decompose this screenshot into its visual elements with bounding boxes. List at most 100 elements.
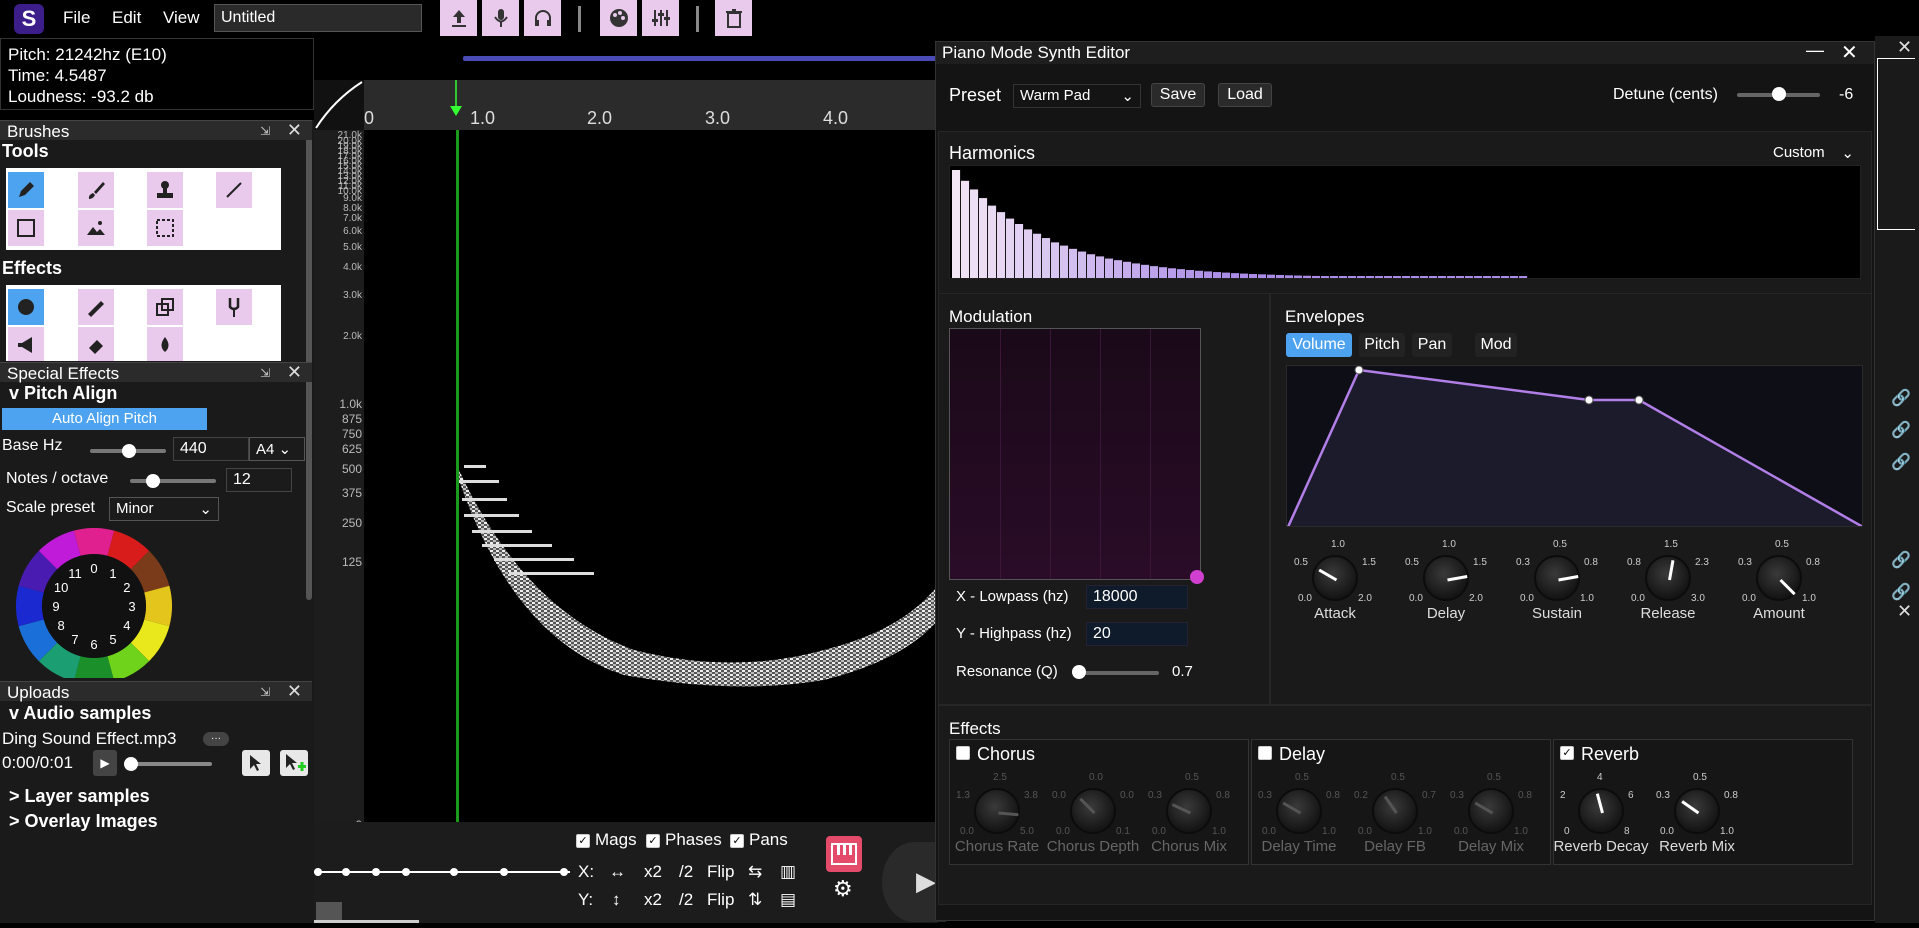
clone-effect[interactable]: [147, 289, 183, 325]
phases-checkbox[interactable]: ✓: [646, 834, 660, 848]
tab-volume[interactable]: Volume: [1286, 333, 1352, 357]
harmonics-mode-select[interactable]: Custom ⌄: [1766, 141, 1861, 165]
harmonics-bars[interactable]: [949, 165, 1861, 279]
y-zoom-in-button[interactable]: x2: [644, 890, 662, 910]
rotary-knob[interactable]: [1468, 788, 1514, 834]
harmonic-bar[interactable]: [1447, 276, 1456, 278]
menu-file[interactable]: File: [63, 8, 90, 28]
save-preset-button[interactable]: Save: [1151, 83, 1205, 107]
resonance-slider[interactable]: [1079, 671, 1159, 675]
harmonic-bar[interactable]: [979, 198, 988, 278]
link-icon[interactable]: 🔗: [1891, 388, 1911, 408]
harmonic-bar[interactable]: [1375, 276, 1384, 278]
harmonic-bar[interactable]: [1024, 229, 1033, 278]
record-button[interactable]: [482, 0, 519, 36]
harmonic-bar[interactable]: [1366, 276, 1375, 278]
harmonic-bar[interactable]: [1249, 274, 1258, 278]
y-grid-icon[interactable]: ▤: [780, 890, 796, 910]
envelope-point[interactable]: [1634, 395, 1644, 405]
harmonic-bar[interactable]: [1321, 276, 1330, 278]
image-tool[interactable]: [78, 210, 114, 246]
harmonic-bar[interactable]: [970, 189, 979, 278]
rectangle-tool[interactable]: [8, 210, 44, 246]
y-expand-icon[interactable]: ↕: [612, 890, 621, 910]
color-wheel-segment[interactable]: [74, 656, 114, 678]
rotary-knob[interactable]: [1276, 788, 1322, 834]
amplify-effect[interactable]: [8, 327, 44, 361]
overview-waveform[interactable]: [363, 52, 938, 64]
piano-mode-button[interactable]: [826, 836, 862, 872]
sample-seek-knob[interactable]: [124, 757, 138, 771]
harmonic-bar[interactable]: [1015, 224, 1024, 278]
rotary-knob[interactable]: [1756, 555, 1802, 601]
harmonic-bar[interactable]: [1051, 242, 1060, 278]
harmonic-bar[interactable]: [997, 212, 1006, 278]
harmonic-bar[interactable]: [1465, 276, 1474, 278]
harmonic-bar[interactable]: [1240, 273, 1249, 278]
rotary-knob[interactable]: [1372, 788, 1418, 834]
harmonic-bar[interactable]: [1132, 263, 1141, 278]
eraser-effect[interactable]: [78, 327, 114, 361]
gear-icon[interactable]: ⚙: [833, 876, 853, 902]
harmonic-bar[interactable]: [1519, 276, 1528, 278]
sample-seek-slider[interactable]: [128, 762, 212, 766]
x-swap-icon[interactable]: ⇆: [748, 862, 762, 882]
delay-checkbox[interactable]: [1258, 746, 1272, 760]
sample-more-button[interactable]: ···: [203, 732, 229, 746]
layer-samples-toggle[interactable]: > Layer samples: [9, 786, 150, 807]
harmonic-bar[interactable]: [1330, 276, 1339, 278]
pans-checkbox[interactable]: ✓: [730, 834, 744, 848]
color-wheel-segment[interactable]: [73, 528, 115, 556]
mixer-button[interactable]: [642, 0, 679, 36]
harmonic-bar[interactable]: [1006, 218, 1015, 278]
harmonic-bar[interactable]: [1186, 270, 1195, 278]
harmonic-bar[interactable]: [1222, 272, 1231, 278]
harmonic-bar[interactable]: [952, 170, 961, 278]
harmonic-bar[interactable]: [1492, 276, 1501, 278]
harmonic-bar[interactable]: [1303, 275, 1312, 278]
harmonic-bar[interactable]: [1438, 276, 1447, 278]
auto-align-pitch-button[interactable]: Auto Align Pitch: [2, 408, 207, 430]
harmonic-bar[interactable]: [1159, 267, 1168, 278]
harmonic-bar[interactable]: [1402, 276, 1411, 278]
chorus-checkbox[interactable]: [956, 746, 970, 760]
close-icon[interactable]: ✕: [287, 362, 302, 383]
menu-edit[interactable]: Edit: [112, 8, 141, 28]
x-grid-icon[interactable]: ▥: [780, 862, 796, 882]
rotary-knob[interactable]: [1312, 555, 1358, 601]
place-sample-button[interactable]: [242, 750, 270, 776]
add-sample-button[interactable]: [280, 750, 308, 776]
harmonic-bar[interactable]: [1294, 275, 1303, 278]
comb-effect[interactable]: [78, 289, 114, 325]
harmonic-bar[interactable]: [1429, 276, 1438, 278]
harmonic-bar[interactable]: [1267, 274, 1276, 278]
circle-effect[interactable]: [8, 289, 44, 325]
harmonic-bar[interactable]: [1474, 276, 1483, 278]
link-icon[interactable]: 🔗: [1891, 582, 1911, 602]
blur-effect[interactable]: [147, 327, 183, 361]
pad-handle[interactable]: [1190, 570, 1204, 584]
listen-button[interactable]: [524, 0, 561, 36]
curve-editor[interactable]: [314, 822, 570, 923]
harmonic-bar[interactable]: [1276, 274, 1285, 278]
harmonic-bar[interactable]: [1141, 264, 1150, 278]
spectrogram-canvas[interactable]: [364, 130, 938, 822]
harmonic-bar[interactable]: [1258, 274, 1267, 278]
notes-octave-slider-knob[interactable]: [146, 474, 160, 488]
harmonic-bar[interactable]: [1150, 266, 1159, 278]
harmonic-bar[interactable]: [1168, 268, 1177, 278]
x-expand-icon[interactable]: ↔: [609, 862, 626, 882]
delete-button[interactable]: [715, 0, 752, 36]
harmonic-bar[interactable]: [988, 205, 997, 278]
close-icon[interactable]: ✕: [287, 681, 302, 702]
harmonic-bar[interactable]: [1078, 251, 1087, 278]
close-icon[interactable]: ✕: [1897, 37, 1912, 58]
sample-play-button[interactable]: ▶: [93, 750, 117, 776]
reverb-checkbox[interactable]: ✓: [1560, 746, 1574, 760]
rotary-knob[interactable]: [1674, 788, 1720, 834]
color-wheel-segment[interactable]: [15, 585, 44, 627]
harmonic-bar[interactable]: [1195, 270, 1204, 278]
harmonic-bar[interactable]: [1285, 275, 1294, 278]
popout-icon[interactable]: ⇲: [260, 685, 270, 699]
notes-octave-slider[interactable]: [130, 479, 216, 483]
